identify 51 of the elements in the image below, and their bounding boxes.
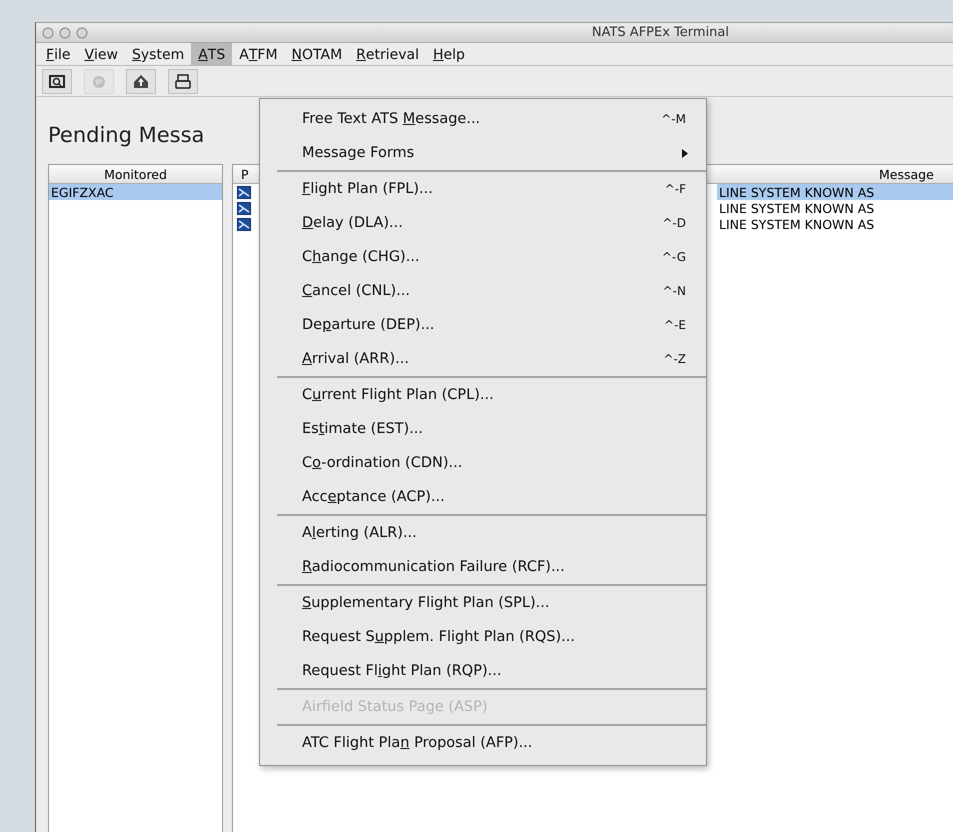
shortcut-label: ^-E bbox=[664, 318, 686, 332]
menu-item[interactable]: Message Forms bbox=[302, 145, 682, 161]
window-title: NATS AFPEx Terminal bbox=[592, 25, 729, 40]
window-control-icon bbox=[59, 26, 71, 38]
menu-item[interactable]: Current Flight Plan (CPL)... bbox=[302, 387, 694, 403]
window-control-icon bbox=[42, 26, 54, 38]
section-heading: Pending Messa bbox=[48, 123, 204, 147]
house-arrow-icon bbox=[132, 72, 150, 90]
shortcut-label: ^-D bbox=[662, 216, 686, 230]
table-cell: LINE SYSTEM KNOWN AS bbox=[717, 184, 953, 200]
window-search-icon bbox=[48, 72, 66, 90]
shortcut-label: ^-Z bbox=[663, 352, 686, 366]
window-control-icon bbox=[76, 26, 88, 38]
menu-item[interactable]: Radiocommunication Failure (RCF)... bbox=[302, 559, 694, 575]
menu-item[interactable]: Flight Plan (FPL)... bbox=[302, 181, 665, 197]
toolbar-button[interactable] bbox=[42, 68, 72, 94]
submenu-arrow-icon bbox=[682, 148, 688, 158]
menu-title[interactable]: NOTAM bbox=[284, 43, 350, 65]
printer-icon bbox=[174, 72, 192, 90]
menu-item[interactable]: Supplementary Flight Plan (SPL)... bbox=[302, 595, 694, 611]
menu-item[interactable]: Alerting (ALR)... bbox=[302, 525, 694, 541]
menu-item[interactable]: Change (CHG)... bbox=[302, 249, 662, 265]
list-item[interactable]: EGIFZXAC bbox=[49, 184, 222, 200]
menu-title[interactable]: System bbox=[125, 43, 192, 65]
column-header: Message bbox=[878, 166, 935, 183]
toolbar-button[interactable] bbox=[168, 68, 198, 94]
menu-item[interactable]: Arrival (ARR)... bbox=[302, 351, 664, 367]
table-cell-text: LINE SYSTEM KNOWN AS bbox=[718, 216, 876, 232]
shortcut-label: ^-G bbox=[662, 250, 686, 264]
toolbar-button[interactable] bbox=[126, 68, 156, 94]
menu-title[interactable]: Help bbox=[426, 43, 472, 65]
menu-title[interactable]: ATS bbox=[191, 43, 232, 65]
menu-title[interactable]: File bbox=[39, 43, 78, 65]
menu-title[interactable]: ATFM bbox=[232, 43, 285, 65]
menu-item[interactable]: Request Flight Plan (RQP)... bbox=[302, 663, 694, 679]
menu-item[interactable]: ATC Flight Plan Proposal (AFP)... bbox=[302, 735, 694, 751]
menu-title[interactable]: Retrieval bbox=[349, 43, 426, 65]
menu-item[interactable]: Free Text ATS Message... bbox=[302, 111, 662, 127]
shortcut-label: ^-F bbox=[664, 182, 686, 196]
menu-title[interactable]: View bbox=[77, 43, 125, 65]
menu-item[interactable]: Delay (DLA)... bbox=[302, 215, 662, 231]
menu-item[interactable]: Departure (DEP)... bbox=[302, 317, 664, 333]
shortcut-label: ^-M bbox=[661, 112, 686, 126]
menu-item[interactable]: Estimate (EST)... bbox=[302, 421, 694, 437]
column-header: Monitored bbox=[49, 165, 222, 184]
menu-item[interactable]: Request Supplem. Flight Plan (RQS)... bbox=[302, 629, 694, 645]
menu-item[interactable]: Co-ordination (CDN)... bbox=[302, 455, 694, 471]
shortcut-label: ^-N bbox=[662, 284, 686, 298]
table-cell-text: LINE SYSTEM KNOWN AS bbox=[718, 200, 876, 216]
menu-item[interactable]: Acceptance (ACP)... bbox=[302, 489, 694, 505]
menu-item[interactable]: Cancel (CNL)... bbox=[302, 283, 663, 299]
